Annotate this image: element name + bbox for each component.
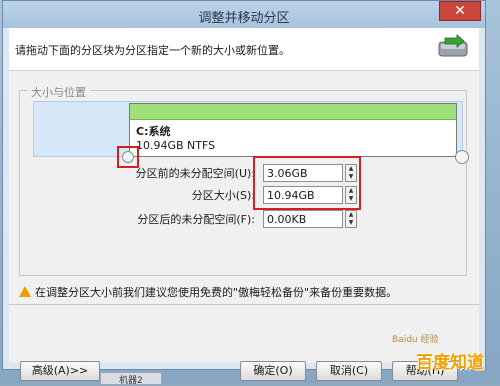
watermark-url: Baidu 经验 [392,335,439,345]
separator [9,304,479,305]
unallocated-before-label-wrap: 分区前的未分配空间(U): [69,165,255,183]
cancel-button[interactable]: 取消(C) [316,361,382,381]
header-area: 请拖动下面的分区块为分区指定一个新的大小或新位置。 [9,28,479,71]
unallocated-after-label: 分区后的未分配空间(F): [137,213,255,226]
partition-block[interactable]: C:系统 10.94GB NTFS [129,103,457,157]
partition-size-label-wrap: 分区大小(S): [69,187,255,205]
highlight-box [253,156,361,210]
advanced-button[interactable]: 高级(A)>> [20,361,100,381]
backup-warning: 在调整分区大小前我们建议您使用免费的"傲梅轻松备份"来备份重要数据。 [19,284,459,300]
partition-name: C:系统 [136,125,171,138]
partition-usage-bar [130,104,456,120]
unallocated-after-label-wrap: 分区后的未分配空间(F): [69,211,255,229]
drag-handle-icon [122,151,134,163]
background-list-item: 机器2 [100,372,162,386]
group-label: 大小与位置 [27,84,90,100]
dialog-client-area: 请拖动下面的分区块为分区指定一个新的大小或新位置。 大小与位置 C:系统 10.… [9,28,479,363]
partition-size-label: 分区大小(S): [191,189,255,202]
watermark-logo: 百度知道 [416,353,484,373]
disk-move-icon [438,34,468,57]
window-title: 调整并移动分区 [198,11,290,26]
partition-size: 10.94GB NTFS [136,139,216,152]
resize-partition-dialog: 调整并移动分区 ✕ 请拖动下面的分区块为分区指定一个新的大小或新位置。 大小与位… [2,0,486,370]
right-resize-handle[interactable] [455,150,469,164]
close-button[interactable]: ✕ [439,1,481,21]
title-bar: 调整并移动分区 ✕ [3,1,485,28]
unallocated-after-spinner[interactable]: ▲ ▼ [345,210,357,228]
warning-icon [19,286,31,297]
unallocated-before-label: 分区前的未分配空间(U): [135,167,255,180]
unallocated-after-input[interactable]: 0.00KB [263,210,343,228]
instruction-text: 请拖动下面的分区块为分区指定一个新的大小或新位置。 [15,44,290,57]
ok-button[interactable]: 确定(O) [240,361,306,381]
